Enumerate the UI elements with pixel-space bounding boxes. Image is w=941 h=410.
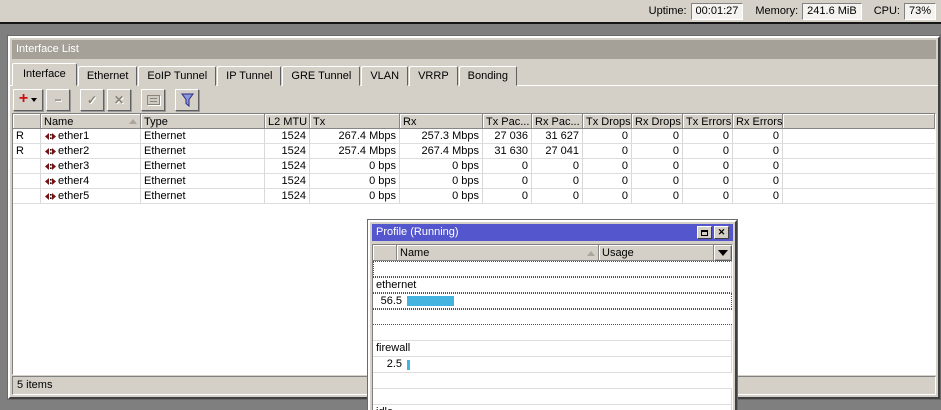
tab-gre-tunnel[interactable]: GRE Tunnel xyxy=(282,66,360,86)
profile-title: Profile (Running) xyxy=(376,224,695,241)
table-row[interactable]: ether3 Ethernet 1524 0 bps 0 bps 0 0 0 0… xyxy=(13,159,935,174)
uptime-value: 00:01:27 xyxy=(691,3,744,20)
comment-icon xyxy=(147,95,160,105)
tab-ethernet[interactable]: Ethernet xyxy=(78,66,138,86)
maximize-button[interactable] xyxy=(697,226,712,239)
add-dropdown-icon xyxy=(31,98,37,102)
winbox-desktop: { "status_bar": { "uptime_label": "Uptim… xyxy=(0,0,941,410)
interface-name: ether2 xyxy=(58,144,89,158)
cpu-value: 73% xyxy=(904,3,936,20)
uptime-label: Uptime: xyxy=(649,5,687,17)
disable-button[interactable]: ✕ xyxy=(107,89,131,111)
col-tx-drops[interactable]: Tx Drops xyxy=(583,114,632,129)
table-row[interactable]: ether4 Ethernet 1524 0 bps 0 bps 0 0 0 0… xyxy=(13,174,935,189)
interface-table-header: Name Type L2 MTU Tx Rx Tx Pac... Rx Pac.… xyxy=(13,114,935,129)
col-rx-packets[interactable]: Rx Pac... xyxy=(532,114,583,129)
comment-button[interactable] xyxy=(141,89,165,111)
sort-asc-icon xyxy=(587,251,595,256)
table-row[interactable]: R ether1 Ethernet 1524 267.4 Mbps 257.3 … xyxy=(13,129,935,144)
ethernet-interface-icon xyxy=(45,147,56,156)
memory-label: Memory: xyxy=(755,5,798,17)
add-icon: + xyxy=(19,91,28,107)
tab-vrrp[interactable]: VRRP xyxy=(409,66,458,86)
interface-table-body: R ether1 Ethernet 1524 267.4 Mbps 257.3 … xyxy=(13,129,935,204)
tab-eoip-tunnel[interactable]: EoIP Tunnel xyxy=(138,66,216,86)
profile-col-usage[interactable]: Usage xyxy=(599,245,714,261)
filter-funnel-icon xyxy=(181,93,194,107)
usage-bar xyxy=(407,360,410,370)
table-row[interactable]: R ether2 Ethernet 1524 257.4 Mbps 267.4 … xyxy=(13,144,935,159)
profile-name: ethernet xyxy=(373,277,732,293)
disable-x-icon: ✕ xyxy=(114,94,124,106)
interface-list-titlebar[interactable]: Interface List xyxy=(12,40,936,59)
col-type[interactable]: Type xyxy=(141,114,265,129)
col-l2mtu[interactable]: L2 MTU xyxy=(265,114,310,129)
chevron-down-icon xyxy=(718,250,728,256)
tab-bonding[interactable]: Bonding xyxy=(459,66,517,86)
usage-value: 56.5 xyxy=(376,294,402,309)
interface-name: ether3 xyxy=(58,159,89,173)
close-button[interactable]: ✕ xyxy=(714,226,729,239)
interface-name: ether4 xyxy=(58,174,89,188)
profile-table-header: Name Usage xyxy=(373,245,732,261)
tab-interface[interactable]: Interface xyxy=(12,63,77,86)
profile-window: Profile (Running) ✕ Name Usage ethernet … xyxy=(368,220,737,410)
maximize-icon xyxy=(701,230,708,236)
enable-button[interactable]: ✓ xyxy=(80,89,104,111)
memory-value: 241.6 MiB xyxy=(802,3,862,20)
remove-button[interactable]: − xyxy=(46,89,70,111)
col-tx-packets[interactable]: Tx Pac... xyxy=(483,114,532,129)
profile-name: idle xyxy=(373,405,732,410)
interface-toolbar: + − ✓ ✕ xyxy=(10,86,938,113)
global-status-bar: Uptime: 00:01:27 Memory: 241.6 MiB CPU: … xyxy=(0,0,941,24)
items-count: 5 items xyxy=(17,379,52,391)
filter-button[interactable] xyxy=(175,89,199,111)
interface-name: ether5 xyxy=(58,189,89,203)
ethernet-interface-icon xyxy=(45,177,56,186)
interface-list-title: Interface List xyxy=(16,40,932,59)
cpu-label: CPU: xyxy=(874,5,900,17)
col-tx[interactable]: Tx xyxy=(310,114,400,129)
ethernet-interface-icon xyxy=(45,192,56,201)
usage-value: 2.5 xyxy=(376,357,402,372)
col-rx[interactable]: Rx xyxy=(400,114,483,129)
enable-check-icon: ✓ xyxy=(87,94,97,106)
col-tx-errors[interactable]: Tx Errors xyxy=(683,114,733,129)
profile-col-name[interactable]: Name xyxy=(397,245,599,261)
sort-asc-icon xyxy=(129,119,137,124)
remove-icon: − xyxy=(54,94,61,106)
profile-table-body: ethernet 56.5 firewall 2.5 idle xyxy=(373,261,732,410)
column-select-button[interactable] xyxy=(714,245,732,261)
usage-bar xyxy=(407,296,454,306)
col-rx-errors[interactable]: Rx Errors xyxy=(733,114,783,129)
col-filler xyxy=(783,114,935,129)
interface-list-tabs: Interface Ethernet EoIP Tunnel IP Tunnel… xyxy=(10,61,938,86)
profile-table: Name Usage ethernet 56.5 firewall 2.5 xyxy=(372,244,733,410)
profile-titlebar[interactable]: Profile (Running) ✕ xyxy=(372,224,733,241)
tab-vlan[interactable]: VLAN xyxy=(361,66,408,86)
profile-col-sel xyxy=(373,245,397,261)
col-rx-drops[interactable]: Rx Drops xyxy=(632,114,683,129)
col-flags[interactable] xyxy=(13,114,41,129)
ethernet-interface-icon xyxy=(45,162,56,171)
profile-name: firewall xyxy=(373,341,732,357)
close-icon: ✕ xyxy=(718,228,726,237)
ethernet-interface-icon xyxy=(45,132,56,141)
col-name[interactable]: Name xyxy=(41,114,141,129)
tab-ip-tunnel[interactable]: IP Tunnel xyxy=(217,66,281,86)
add-button[interactable]: + xyxy=(13,89,43,111)
table-row[interactable]: ether5 Ethernet 1524 0 bps 0 bps 0 0 0 0… xyxy=(13,189,935,204)
interface-name: ether1 xyxy=(58,129,89,143)
